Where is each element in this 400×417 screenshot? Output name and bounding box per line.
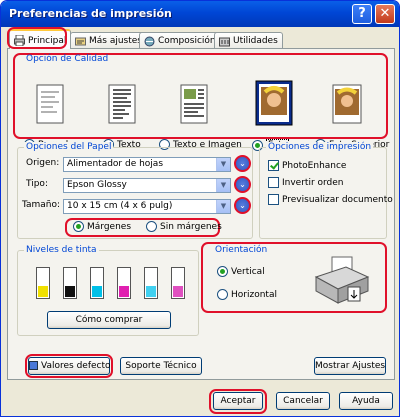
ink-level-fill <box>173 286 183 297</box>
vertical-option[interactable]: Vertical <box>217 266 265 277</box>
principal-tab-panel: Opción de Calidad Texto Texto e Imagen O… <box>7 48 395 380</box>
help-button[interactable]: Ayuda <box>339 392 393 410</box>
type-label: Tipo: <box>26 179 48 189</box>
reverse-order-option[interactable]: Invertir orden <box>268 177 344 188</box>
print-preferences-window: Preferencias de impresión ? ✕ Principal … <box>0 0 400 417</box>
close-button[interactable]: ✕ <box>375 4 395 24</box>
text-image-quality-icon <box>180 84 208 124</box>
draft-quality-icon <box>36 84 64 124</box>
preview-checkbox[interactable] <box>268 194 279 205</box>
cancel-button[interactable]: Cancelar <box>276 392 330 410</box>
paper-options-group: Opciones del Papel Origen: Alimentador d… <box>17 142 253 239</box>
type-value: Epson Glossy <box>67 180 127 190</box>
orientation-title: Orientación <box>215 245 268 255</box>
title-bar: Preferencias de impresión ? ✕ <box>1 1 399 27</box>
accept-button[interactable]: Aceptar <box>213 392 263 410</box>
vertical-label: Vertical <box>231 266 265 277</box>
margins-label: Márgenes <box>87 221 132 232</box>
no-margins-label: Sin márgenes <box>160 221 222 232</box>
help-title-button[interactable]: ? <box>352 4 372 24</box>
tab-mas-ajustes-label: Más ajustes <box>89 36 142 46</box>
horizontal-label: Horizontal <box>231 289 277 300</box>
tab-utilidades[interactable]: Utilidades <box>214 32 283 48</box>
highlight-tab-principal <box>7 27 67 49</box>
print-options-title: Opciones de impresión <box>266 142 374 152</box>
ink-level-fill <box>92 286 102 297</box>
photoenhance-label: PhotoEnhance <box>282 160 347 171</box>
chevron-down-icon: ▼ <box>216 158 230 171</box>
ink-cartridge-magenta <box>117 267 131 299</box>
horizontal-radio[interactable] <box>217 289 228 300</box>
no-margins-option[interactable]: Sin márgenes <box>146 221 222 232</box>
photoenhance-option[interactable]: PhotoEnhance <box>268 160 346 171</box>
size-select[interactable]: 10 x 15 cm (4 x 6 pulg) ▼ <box>63 199 231 214</box>
no-margins-radio[interactable] <box>146 221 157 232</box>
show-settings-button[interactable]: Mostrar Ajustes <box>314 357 386 375</box>
ink-cartridge-cyan <box>90 267 104 299</box>
print-options-group: Opciones de impresión PhotoEnhance Inver… <box>259 142 393 239</box>
reverse-order-checkbox[interactable] <box>268 177 279 188</box>
origin-dropdown-arrow-icon[interactable]: ⌄ <box>234 155 251 172</box>
ink-cartridge-light-magenta <box>171 267 185 299</box>
origin-value: Alimentador de hojas <box>67 159 164 169</box>
size-value: 10 x 15 cm (4 x 6 pulg) <box>67 201 173 211</box>
best-photo-quality-icon <box>332 84 362 124</box>
chevron-down-icon: ▼ <box>216 200 230 213</box>
preview-option[interactable]: Previsualizar documento <box>268 194 393 205</box>
chevron-down-icon: ▼ <box>216 179 230 192</box>
quality-group: Opción de Calidad Texto Texto e Imagen <box>17 54 389 151</box>
tab-mas-ajustes[interactable]: Más ajustes <box>70 32 147 48</box>
tools-icon <box>219 37 230 46</box>
tab-composicion[interactable]: Composición <box>139 32 221 48</box>
ink-cartridge-black <box>63 267 77 299</box>
origin-select[interactable]: Alimentador de hojas ▼ <box>63 157 231 172</box>
type-dropdown-arrow-icon[interactable]: ⌄ <box>234 176 251 193</box>
margins-option[interactable]: Márgenes <box>73 221 131 232</box>
settings-icon <box>75 37 86 45</box>
ink-level-fill <box>119 286 129 297</box>
ink-level-fill <box>146 286 156 297</box>
preview-label: Previsualizar documento <box>282 194 393 205</box>
ink-levels-title: Niveles de tinta <box>24 245 99 255</box>
tab-composicion-label: Composición <box>158 36 216 46</box>
photo-quality-icon <box>255 80 293 126</box>
ink-level-fill <box>38 286 48 297</box>
ink-level-fill <box>65 286 75 297</box>
how-to-buy-button[interactable]: Cómo comprar <box>47 311 171 329</box>
window-title: Preferencias de impresión <box>9 7 172 20</box>
orientation-group: Orientación Vertical Horizontal <box>206 245 382 308</box>
printer-orientation-icon <box>314 256 370 304</box>
reverse-order-label: Invertir orden <box>282 177 344 188</box>
ink-cartridge-light-cyan <box>144 267 158 299</box>
tab-utilidades-label: Utilidades <box>233 36 278 46</box>
vertical-radio[interactable] <box>217 266 228 277</box>
ink-levels-group: Niveles de tinta Cómo comprar <box>17 245 199 336</box>
highlight-defaults <box>25 354 113 378</box>
quality-title: Opción de Calidad <box>26 54 109 64</box>
size-label: Tamaño: <box>22 200 61 210</box>
margins-radio[interactable] <box>73 221 84 232</box>
layout-icon <box>144 36 155 46</box>
size-dropdown-arrow-icon[interactable]: ⌄ <box>234 197 251 214</box>
ink-cartridge-yellow <box>36 267 50 299</box>
support-button[interactable]: Soporte Técnico <box>120 357 202 375</box>
origin-label: Origen: <box>26 158 60 168</box>
horizontal-option[interactable]: Horizontal <box>217 289 277 300</box>
text-quality-icon <box>108 84 136 124</box>
type-select[interactable]: Epson Glossy ▼ <box>63 178 231 193</box>
photoenhance-checkbox[interactable] <box>268 160 279 171</box>
paper-options-title: Opciones del Papel <box>24 142 114 152</box>
